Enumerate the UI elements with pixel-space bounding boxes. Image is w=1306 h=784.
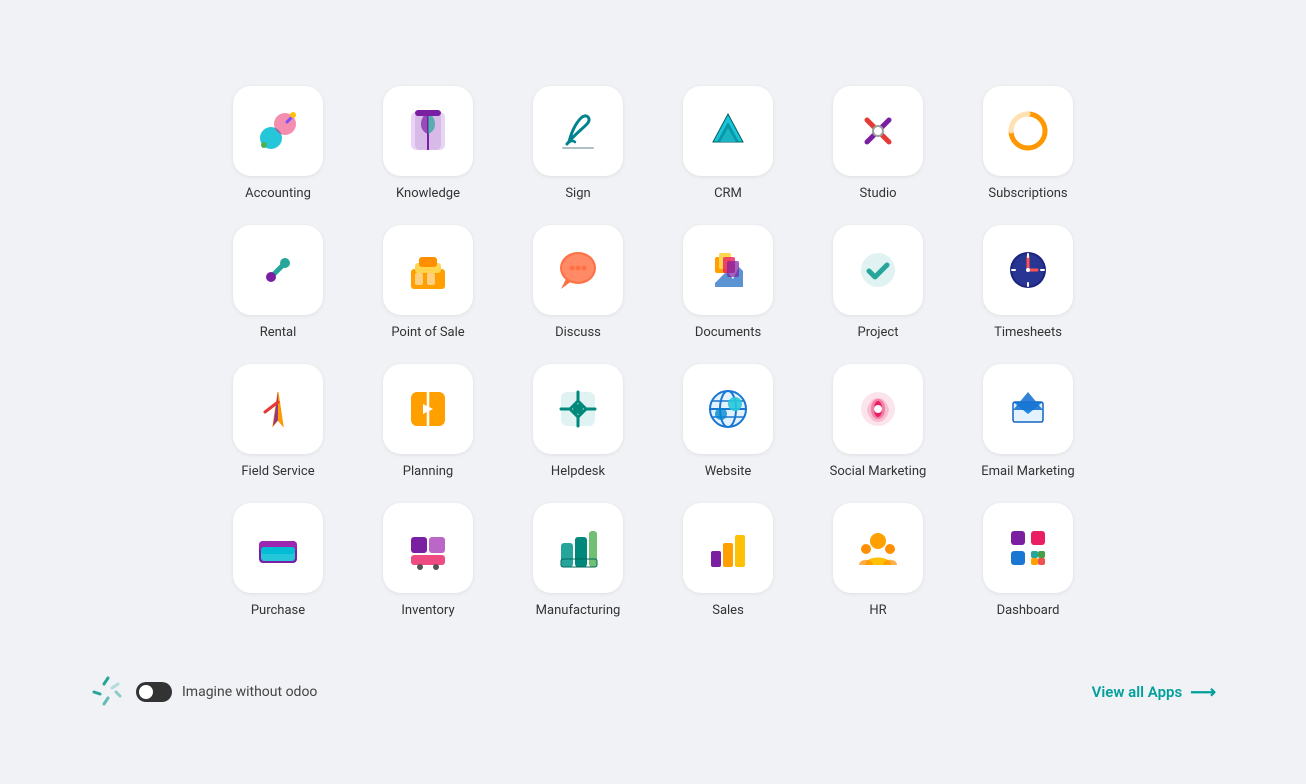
app-email-marketing[interactable]: Email Marketing — [968, 364, 1088, 479]
toggle-section: Imagine without odoo — [90, 674, 317, 710]
app-label-website: Website — [705, 464, 752, 479]
app-sales[interactable]: Sales — [668, 503, 788, 618]
toggle-label: Imagine without odoo — [182, 684, 317, 700]
app-helpdesk[interactable]: Helpdesk — [518, 364, 638, 479]
app-label-timesheets: Timesheets — [994, 325, 1062, 340]
app-label-rental: Rental — [260, 325, 297, 340]
app-planning[interactable]: Planning — [368, 364, 488, 479]
app-timesheets[interactable]: Timesheets — [968, 225, 1088, 340]
app-label-dashboard: Dashboard — [997, 603, 1060, 618]
app-discuss[interactable]: Discuss — [518, 225, 638, 340]
app-label-project: Project — [858, 325, 899, 340]
app-knowledge[interactable]: Knowledge — [368, 86, 488, 201]
app-accounting[interactable]: Accounting — [218, 86, 338, 201]
app-field-service[interactable]: Field Service — [218, 364, 338, 479]
app-crm[interactable]: CRM — [668, 86, 788, 201]
app-label-accounting: Accounting — [245, 186, 311, 201]
app-dashboard[interactable]: Dashboard — [968, 503, 1088, 618]
app-label-purchase: Purchase — [251, 603, 305, 618]
app-documents[interactable]: Documents — [668, 225, 788, 340]
toggle-knob — [139, 685, 153, 699]
app-label-manufacturing: Manufacturing — [536, 603, 621, 618]
view-all-label: View all Apps — [1092, 683, 1183, 701]
app-hr[interactable]: HR — [818, 503, 938, 618]
app-label-knowledge: Knowledge — [396, 186, 460, 201]
app-label-point-of-sale: Point of Sale — [391, 325, 464, 340]
view-all-apps-link[interactable]: View all Apps ⟶ — [1092, 682, 1216, 703]
app-manufacturing[interactable]: Manufacturing — [518, 503, 638, 618]
app-label-discuss: Discuss — [555, 325, 601, 340]
app-studio[interactable]: Studio — [818, 86, 938, 201]
app-label-inventory: Inventory — [401, 603, 454, 618]
app-label-documents: Documents — [695, 325, 761, 340]
app-social-marketing[interactable]: Social Marketing — [818, 364, 938, 479]
app-label-studio: Studio — [859, 186, 896, 201]
app-label-hr: HR — [869, 603, 886, 618]
app-label-email-marketing: Email Marketing — [981, 464, 1074, 479]
app-label-field-service: Field Service — [241, 464, 314, 479]
app-inventory[interactable]: Inventory — [368, 503, 488, 618]
app-label-subscriptions: Subscriptions — [988, 186, 1067, 201]
app-point-of-sale[interactable]: Point of Sale — [368, 225, 488, 340]
app-label-crm: CRM — [714, 186, 742, 201]
app-subscriptions[interactable]: Subscriptions — [968, 86, 1088, 201]
bottom-bar: Imagine without odoo View all Apps ⟶ — [0, 656, 1306, 728]
app-label-sales: Sales — [712, 603, 744, 618]
app-rental[interactable]: Rental — [218, 225, 338, 340]
app-project[interactable]: Project — [818, 225, 938, 340]
app-label-planning: Planning — [403, 464, 453, 479]
app-label-social-marketing: Social Marketing — [830, 464, 927, 479]
spinner-icon — [90, 674, 126, 710]
app-label-sign: Sign — [565, 186, 590, 201]
arrow-right-icon: ⟶ — [1190, 682, 1216, 703]
app-website[interactable]: Website — [668, 364, 788, 479]
apps-grid: Accounting Knowledge Sign — [178, 56, 1128, 648]
app-purchase[interactable]: Purchase — [218, 503, 338, 618]
toggle-switch[interactable] — [136, 682, 172, 702]
app-sign[interactable]: Sign — [518, 86, 638, 201]
app-label-helpdesk: Helpdesk — [551, 464, 605, 479]
